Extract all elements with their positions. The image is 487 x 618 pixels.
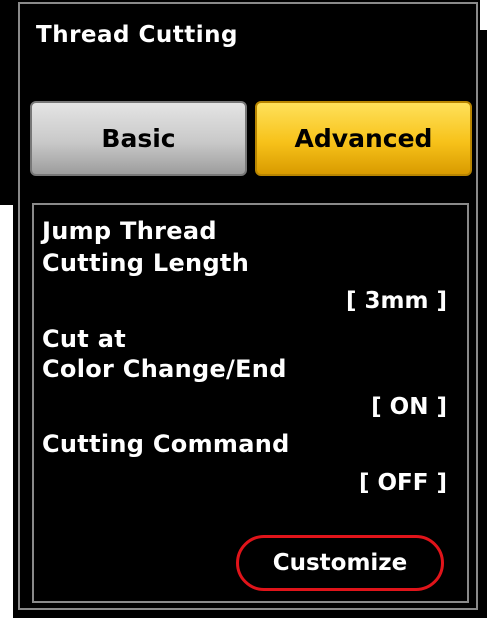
cut-color-change-label-line2: Color Change/End [42, 355, 287, 383]
jump-thread-value[interactable]: [ 3mm ] [346, 288, 447, 314]
window-title: Thread Cutting [36, 22, 238, 48]
background-corner [480, 0, 487, 30]
tab-advanced[interactable]: Advanced [255, 101, 472, 176]
customize-button[interactable]: Customize [236, 535, 444, 591]
tab-basic[interactable]: Basic [30, 101, 247, 176]
thread-cutting-screen: Thread Cutting Basic Advanced Jump Threa… [0, 0, 487, 618]
jump-thread-label-line1: Jump Thread [42, 217, 217, 245]
cut-color-change-value[interactable]: [ ON ] [371, 394, 447, 420]
cutting-command-value[interactable]: [ OFF ] [359, 470, 447, 496]
jump-thread-label-line2: Cutting Length [42, 249, 250, 277]
cutting-command-label: Cutting Command [42, 430, 290, 458]
cut-color-change-label-line1: Cut at [42, 325, 126, 353]
background-edge [0, 205, 13, 618]
